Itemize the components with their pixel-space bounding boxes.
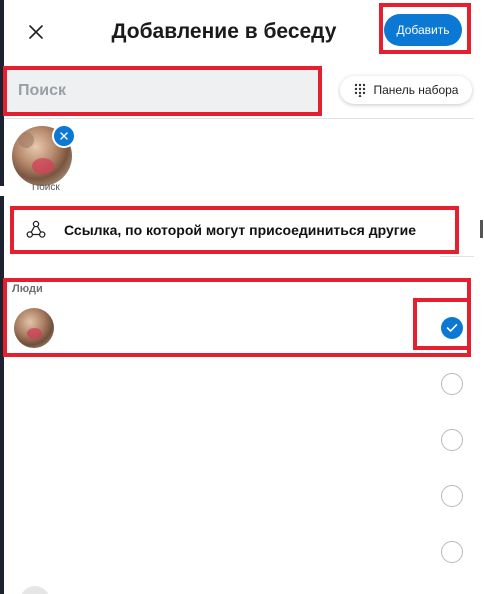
page-title: Добавление в беседу bbox=[111, 20, 337, 43]
avatar-detail bbox=[18, 132, 34, 148]
divider bbox=[4, 118, 474, 119]
contact-avatar bbox=[14, 308, 54, 348]
close-icon bbox=[29, 25, 43, 39]
avatar-detail bbox=[27, 328, 42, 339]
add-to-conversation-dialog: Добавление в беседу Добавить Панель набо… bbox=[0, 0, 484, 594]
search-input[interactable] bbox=[16, 81, 310, 101]
contact-checkbox[interactable] bbox=[441, 541, 463, 563]
checkmark-icon bbox=[446, 324, 458, 332]
contact-checkbox-checked[interactable] bbox=[441, 317, 463, 339]
contact-row[interactable] bbox=[4, 300, 474, 356]
share-link-label: Ссылка, по которой могут присоединиться … bbox=[64, 222, 417, 238]
remove-participant-button[interactable] bbox=[52, 124, 76, 148]
share-link-icon bbox=[24, 218, 48, 242]
people-section-header: Люди bbox=[12, 283, 43, 295]
contact-avatar bbox=[20, 586, 50, 594]
contact-checkbox[interactable] bbox=[441, 485, 463, 507]
close-button[interactable] bbox=[22, 18, 50, 46]
dialpad-label: Панель набора bbox=[373, 83, 459, 97]
dialpad-button[interactable]: Панель набора bbox=[340, 76, 472, 104]
scrollbar-thumb[interactable] bbox=[480, 220, 483, 238]
contact-checkbox[interactable] bbox=[441, 373, 463, 395]
remove-icon bbox=[60, 132, 68, 140]
search-box[interactable] bbox=[4, 68, 322, 114]
avatar-detail bbox=[32, 158, 54, 174]
window-edge-notch bbox=[0, 186, 4, 196]
share-link-row[interactable]: Ссылка, по которой могут присоединиться … bbox=[12, 208, 456, 252]
contact-checkbox[interactable] bbox=[441, 429, 463, 451]
divider bbox=[440, 256, 474, 257]
dialpad-icon bbox=[354, 83, 365, 97]
add-button[interactable]: Добавить bbox=[384, 14, 462, 46]
selected-participant-name: Поиск bbox=[32, 184, 60, 192]
